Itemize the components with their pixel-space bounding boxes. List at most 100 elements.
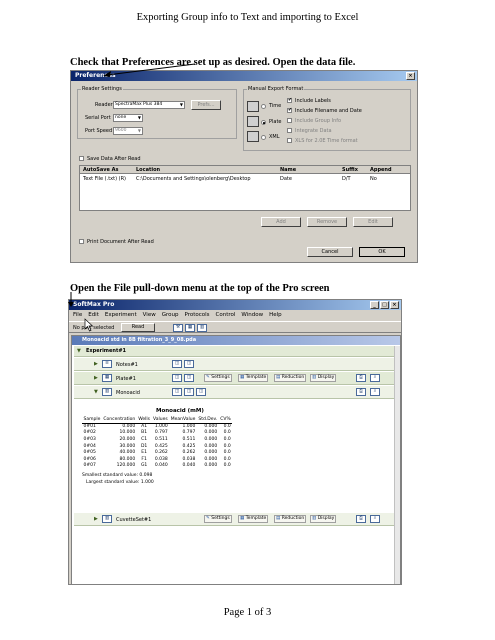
integrate-data-checkbox[interactable] [287,128,292,133]
table-row: 0#02 10.000 B1 0.797 0.797 0.000 0.0 [82,430,232,437]
serial-port-select[interactable]: none [113,114,143,122]
section-icon[interactable]: ◫ [196,388,206,396]
col-location: Location [136,167,161,173]
collapse-icon[interactable]: ▼ [94,389,98,395]
reduction-icon: ▤ [276,516,281,521]
vertical-scrollbar[interactable] [394,346,400,584]
menu-experiment[interactable]: Experiment [105,311,137,320]
toolbar: No port selected Read ⚒ ▦ ▥ [69,321,401,333]
section-icon[interactable]: ◫ [184,360,194,368]
section-icon[interactable]: ◫ [172,388,182,396]
close-icon[interactable]: × [406,72,415,80]
collapse-icon[interactable]: ▼ [77,348,81,354]
add-button[interactable]: Add [261,217,301,227]
cell: 120.000 [116,463,136,469]
plate-label: Plate#1 [116,376,136,382]
col-wells: Wells [136,417,152,425]
zoom-icon[interactable]: ⌕ [370,374,380,382]
include-labels-checkbox[interactable] [287,97,292,103]
experiment-row[interactable]: ▼ Experiment#1 [74,346,400,357]
menu-help[interactable]: Help [269,311,282,320]
cell: 30.000 [119,443,136,449]
plate-row[interactable]: ▶ ▦ Plate#1 ◫ ◫ ✎ Settings ▦ Template ▤ … [74,372,400,385]
plate-grid-icon[interactable]: ▦ [185,324,195,332]
zoom-icon[interactable]: ⌕ [370,515,380,523]
section-icon[interactable]: ◫ [172,360,182,368]
cell: 0.797 [182,430,196,436]
notes-row[interactable]: ▶ ≡ Notes#1 ◫ ◫ [74,358,400,371]
manual-export-label: Manual Export Format [247,86,305,92]
print-icon[interactable]: ⎙ [356,374,366,382]
close-icon[interactable]: × [390,301,399,309]
menu-control[interactable]: Control [216,311,236,320]
reader-select[interactable]: SpectraMax Plus 384 [113,101,185,109]
template-button[interactable]: ▦ Template [238,515,269,523]
edit-button[interactable]: Edit [353,217,393,227]
reduction-button[interactable]: ▤ Reduction [274,515,307,523]
expand-icon[interactable]: ▶ [94,516,98,522]
expand-icon[interactable]: ▶ [94,375,98,381]
excel-format-checkbox[interactable] [287,138,292,143]
display-button[interactable]: ▥ Display [310,515,337,523]
remove-button[interactable]: Remove [307,217,347,227]
plate-format-icon [247,116,259,127]
reduction-icon: ▤ [276,375,281,380]
excel-format-label: XLS for 2.0E Time format [295,138,358,144]
reduction-button[interactable]: ▤ Reduction [274,374,307,382]
cuvette-icon: ▥ [102,515,112,523]
menu-view[interactable]: View [143,311,156,320]
include-filename-checkbox[interactable] [287,107,292,113]
col-name: Name [280,167,297,173]
cell: 0.425 [182,443,196,449]
xml-radio[interactable] [261,135,266,140]
display-button[interactable]: ▥ Display [310,374,337,382]
include-group-label: Include Group Info [295,118,342,124]
col-suffix: Suffix [342,167,358,173]
port-speed-select[interactable]: 9600 [113,127,143,135]
tool-icon[interactable]: ⚒ [173,324,183,332]
section-icon[interactable]: ◫ [172,374,182,382]
section-icon[interactable]: ◫ [184,388,194,396]
maximize-icon[interactable]: □ [380,301,389,309]
print-icon[interactable]: ⎙ [356,388,366,396]
preferences-dialog: Preferences × Reader Settings Reader Spe… [70,70,418,263]
section-icon[interactable]: ◫ [184,374,194,382]
zoom-icon[interactable]: ⌕ [370,388,380,396]
cell: 0.000 [204,450,218,456]
cuvette-icon[interactable]: ▥ [197,324,207,332]
cell: D1 [140,443,148,449]
print-after-read-checkbox[interactable] [79,239,84,244]
time-label: Time [269,103,282,109]
time-radio[interactable] [261,104,266,109]
save-after-read-checkbox[interactable] [79,156,84,161]
xml-format-icon [247,131,259,142]
menu-protocols[interactable]: Protocols [184,311,209,320]
menu-bar: File Edit Experiment View Group Protocol… [69,311,401,320]
autosave-list[interactable]: AutoSave As Location Name Suffix Append … [79,165,411,211]
settings-button[interactable]: ✎ Settings [204,374,232,382]
monoacid-row[interactable]: ▼ ▥ Monoacid ◫ ◫ ◫ ⎙ ⌕ [74,386,400,399]
include-group-checkbox[interactable] [287,118,292,123]
cell: 0.425 [154,443,168,449]
cell: 40.000 [119,450,136,456]
expand-icon[interactable]: ▶ [94,361,98,367]
read-button[interactable]: Read [121,323,155,332]
cell: 0.000 [204,443,218,449]
cuvette-row[interactable]: ▶ ▥ CuvetteSet#1 ✎ Settings ▦ Template ▤… [74,513,400,526]
mouse-cursor-icon [84,318,94,332]
menu-window[interactable]: Window [241,311,263,320]
cell: C1 [141,437,148,443]
print-icon[interactable]: ⎙ [356,515,366,523]
ok-button[interactable]: OK [359,247,405,257]
cuvette-label: CuvetteSet#1 [116,517,152,523]
template-button[interactable]: ▦ Template [238,374,269,382]
cancel-button[interactable]: Cancel [307,247,353,257]
table-row: 0#03 20.000 C1 0.511 0.511 0.000 0.0 [82,437,232,444]
display-label: Display [317,516,335,521]
minimize-icon[interactable]: _ [370,301,379,309]
cell: 0#07 [83,463,96,469]
menu-group[interactable]: Group [162,311,179,320]
settings-button[interactable]: ✎ Settings [204,515,232,523]
plate-radio[interactable] [261,120,266,125]
prefs-button[interactable]: Prefs... [191,100,221,110]
